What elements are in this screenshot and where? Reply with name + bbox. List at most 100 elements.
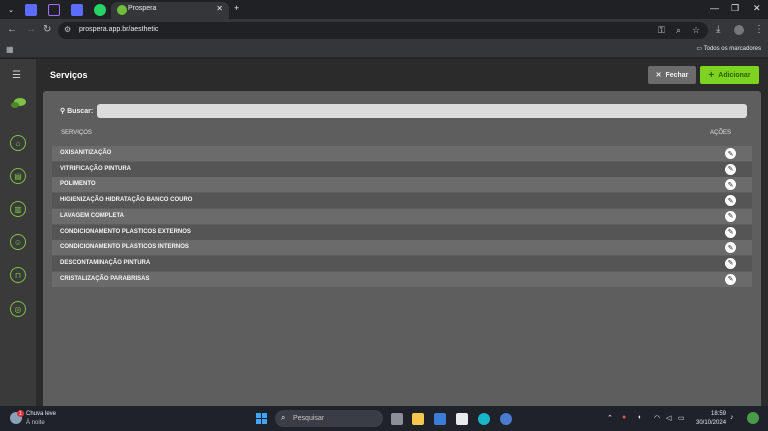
edit-pencil-icon[interactable]: ✎ bbox=[725, 195, 736, 207]
window-close-icon[interactable]: ✕ bbox=[753, 3, 761, 14]
car-icon[interactable]: ⊓ bbox=[10, 267, 26, 283]
add-button-label: Adicionar bbox=[718, 71, 751, 79]
settings-icon[interactable]: ◎ bbox=[10, 301, 26, 317]
table-row: DESCONTAMINAÇÃO PINTURA ✎ bbox=[52, 255, 752, 271]
edit-pencil-icon[interactable]: ✎ bbox=[725, 226, 736, 238]
restore-icon[interactable]: ❐ bbox=[731, 3, 739, 14]
prospera-favicon-icon bbox=[117, 5, 127, 15]
notification-bell-icon[interactable]: ♪ bbox=[730, 414, 734, 421]
user-icon[interactable]: ☺ bbox=[10, 234, 26, 250]
tab-title: Prospera bbox=[128, 5, 157, 12]
minimize-icon[interactable]: — bbox=[710, 3, 719, 13]
service-name: CRISTALIZAÇÃO PARABRISAS bbox=[60, 275, 150, 282]
url-text: prospera.app.br/aesthetic bbox=[79, 26, 159, 33]
clock-time[interactable]: 18:59 bbox=[711, 411, 726, 417]
chrome-icon[interactable] bbox=[500, 413, 512, 425]
tray-app-icon[interactable]: ● bbox=[622, 414, 626, 421]
bookmark-star-icon[interactable]: ☆ bbox=[692, 25, 700, 36]
services-card: ⚲ Buscar: SERVIÇOS AÇÕES OXISANITIZAÇÃO ✎… bbox=[43, 91, 761, 406]
task-view-icon[interactable] bbox=[391, 413, 403, 425]
zoom-icon[interactable]: ⌕ bbox=[676, 25, 681, 36]
edit-pencil-icon[interactable]: ✎ bbox=[725, 210, 736, 222]
service-name: DESCONTAMINAÇÃO PINTURA bbox=[60, 259, 151, 266]
document-icon[interactable]: ▥ bbox=[10, 201, 26, 217]
password-key-icon[interactable]: ⚿ bbox=[658, 25, 665, 36]
table-row: CRISTALIZAÇÃO PARABRISAS ✎ bbox=[52, 271, 752, 287]
clock-date[interactable]: 30/10/2024 bbox=[696, 420, 726, 426]
edit-pencil-icon[interactable]: ✎ bbox=[725, 179, 736, 191]
add-button[interactable]: + Adicionar bbox=[700, 66, 759, 84]
reload-icon[interactable]: ↻ bbox=[43, 24, 51, 35]
windows-taskbar: 1 Chuva leve À noite ⌕ Pesquisar ⌃ ● ◐ ◠… bbox=[0, 406, 768, 431]
service-name: CONDICIONAMENTO PLASTICOS EXTERNOS bbox=[60, 228, 191, 235]
file-explorer-icon[interactable] bbox=[412, 413, 424, 425]
tab-search-icon[interactable]: ⌄ bbox=[5, 4, 17, 16]
weather-subtitle: À noite bbox=[26, 420, 45, 426]
service-name: OXISANITIZAÇÃO bbox=[60, 150, 112, 156]
service-name: POLIMENTO bbox=[60, 181, 96, 188]
pinned-tab-icon[interactable] bbox=[48, 4, 60, 16]
store-icon[interactable] bbox=[434, 413, 446, 425]
whatsapp-tab-icon[interactable] bbox=[94, 4, 106, 16]
windows-start-icon[interactable] bbox=[256, 413, 267, 424]
sidebar: ☰ ⌂ ▤ ▥ ☺ ⊓ ◎ bbox=[0, 59, 36, 406]
table-row: POLIMENTO ✎ bbox=[52, 177, 752, 193]
edit-pencil-icon[interactable]: ✎ bbox=[725, 242, 736, 254]
service-name: LAVAGEM COMPLETA bbox=[60, 212, 124, 219]
bookmarks-bar: ▦ ▭ Todos os marcadores bbox=[0, 42, 768, 58]
prospera-logo-icon bbox=[11, 98, 26, 108]
download-icon[interactable]: ⤓ bbox=[716, 24, 720, 35]
pinned-tab-icon[interactable] bbox=[71, 4, 83, 16]
forward-icon[interactable]: → bbox=[26, 24, 36, 35]
home-icon[interactable]: ⌂ bbox=[10, 135, 26, 151]
back-icon[interactable]: ← bbox=[7, 24, 17, 35]
address-bar[interactable]: ⚙ prospera.app.br/aesthetic ⚿ ⌕ ☆ bbox=[58, 22, 708, 39]
site-info-icon[interactable]: ⚙ bbox=[64, 25, 71, 34]
active-tab[interactable]: Prospera ✕ bbox=[111, 2, 229, 19]
edit-pencil-icon[interactable]: ✎ bbox=[725, 163, 736, 175]
search-input[interactable] bbox=[97, 104, 747, 118]
close-button[interactable]: ✕ Fechar bbox=[648, 66, 696, 84]
table-row: VITRIFICAÇÃO PINTURA ✎ bbox=[52, 161, 752, 177]
menu-kebab-icon[interactable]: ⋮ bbox=[754, 24, 764, 35]
new-tab-icon[interactable]: + bbox=[234, 3, 239, 13]
search-icon: ⌕ bbox=[281, 413, 286, 422]
weather-title[interactable]: Chuva leve bbox=[26, 411, 56, 417]
pinned-tab-icon[interactable] bbox=[25, 4, 37, 16]
wifi-icon[interactable]: ◠ bbox=[654, 414, 660, 422]
tab-close-icon[interactable]: ✕ bbox=[216, 4, 223, 13]
hamburger-menu-icon[interactable]: ☰ bbox=[12, 70, 21, 81]
edit-pencil-icon[interactable]: ✎ bbox=[725, 148, 736, 159]
edit-pencil-icon[interactable]: ✎ bbox=[725, 273, 736, 285]
close-button-label: Fechar bbox=[665, 71, 689, 79]
apps-grid-icon[interactable]: ▦ bbox=[6, 45, 14, 54]
table-row: CONDICIONAMENTO PLASTICOS INTERNOS ✎ bbox=[52, 240, 752, 256]
plus-icon: + bbox=[708, 69, 715, 81]
search-label-text: Buscar: bbox=[67, 108, 94, 115]
tray-app-icon[interactable]: ◐ bbox=[638, 414, 642, 421]
app-container: ☰ ⌂ ▤ ▥ ☺ ⊓ ◎ Serviços ✕ Fechar + Adicio… bbox=[0, 59, 768, 406]
taskbar-search[interactable]: ⌕ Pesquisar bbox=[275, 410, 383, 427]
browser-toolbar: ← → ↻ ⚙ prospera.app.br/aesthetic ⚿ ⌕ ☆ … bbox=[0, 19, 768, 42]
all-bookmarks-label: Todos os marcadores bbox=[703, 46, 761, 52]
edit-pencil-icon[interactable]: ✎ bbox=[725, 257, 736, 269]
table-row: CONDICIONAMENTO PLASTICOS EXTERNOS ✎ bbox=[52, 224, 752, 240]
chevron-up-icon[interactable]: ⌃ bbox=[607, 414, 613, 422]
profile-avatar[interactable] bbox=[734, 25, 744, 35]
page-header: Serviços ✕ Fechar + Adicionar bbox=[36, 59, 768, 91]
column-header-actions: AÇÕES bbox=[709, 130, 731, 136]
service-name: HIGIENIZAÇÃO HIDRATAÇÃO BANCO COURO bbox=[60, 197, 193, 204]
notepad-icon[interactable] bbox=[456, 413, 468, 425]
folder-icon: ▭ bbox=[696, 46, 704, 52]
all-bookmarks-folder[interactable]: ▭ Todos os marcadores bbox=[696, 45, 761, 52]
battery-icon[interactable]: ▭ bbox=[678, 414, 685, 422]
copilot-icon[interactable] bbox=[747, 412, 759, 424]
browser-tab-strip: ⌄ Prospera ✕ + — ❐ ✕ bbox=[0, 0, 768, 19]
page-title: Serviços bbox=[50, 70, 88, 80]
app-icon[interactable] bbox=[478, 413, 490, 425]
close-icon: ✕ bbox=[655, 72, 662, 79]
table-row: OXISANITIZAÇÃO ✎ bbox=[52, 146, 752, 161]
volume-icon[interactable]: ◁ bbox=[666, 414, 671, 422]
clipboard-icon[interactable]: ▤ bbox=[10, 168, 26, 184]
notification-badge: 1 bbox=[17, 410, 24, 417]
